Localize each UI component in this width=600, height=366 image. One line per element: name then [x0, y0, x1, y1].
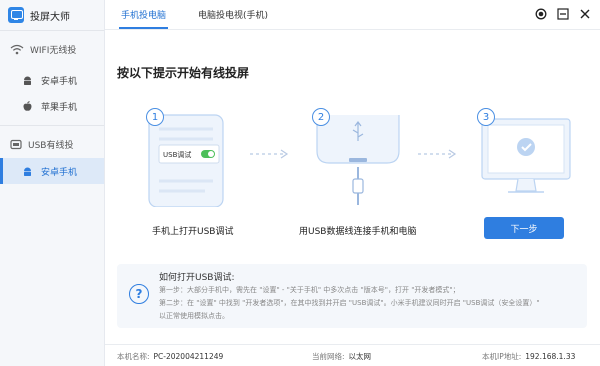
step-1-badge: 1	[146, 108, 164, 126]
sidebar-item-label: 安卓手机	[41, 167, 78, 178]
ip-label: 本机IP地址:	[482, 352, 522, 361]
machine-name-label: 本机名称:	[117, 352, 150, 361]
minimize-button[interactable]	[556, 7, 570, 21]
android-icon	[24, 76, 31, 85]
arrow-right-icon	[418, 149, 457, 159]
monitor-check-illustration	[481, 118, 571, 193]
help-panel: ? 如何打开USB调试: 第一步：大部分手机中，需先在 "设置" - "关于手机…	[117, 264, 587, 328]
usb-debug-toggle-label: USB调试	[163, 151, 192, 159]
help-line-1: 第一步：大部分手机中，需先在 "设置" - "关于手机" 中多次点击 "版本号"…	[159, 286, 460, 294]
sidebar-item-label: 安卓手机	[41, 76, 78, 87]
wifi-icon	[10, 44, 24, 54]
sidebar: 投屏大师 WIFI无线投 安卓手机 苹果手机 USB有线投 安卓手机	[0, 0, 105, 366]
current-network: 当前网络: 以太网	[312, 351, 371, 362]
tab-label: 电脑投电视(手机)	[198, 10, 269, 21]
step-1-label: 手机上打开USB调试	[152, 227, 234, 237]
step-2-label: 用USB数据线连接手机和电脑	[299, 227, 417, 237]
sidebar-group-wifi: WIFI无线投	[0, 37, 104, 61]
network-label: 当前网络:	[312, 352, 345, 361]
question-icon: ?	[129, 284, 149, 304]
close-icon	[580, 9, 590, 19]
sidebar-group-label: WIFI无线投	[30, 45, 77, 56]
ip-address: 本机IP地址: 192.168.1.33	[482, 351, 575, 362]
ip-value: 192.168.1.33	[525, 352, 576, 361]
app-logo-icon	[8, 7, 24, 23]
usb-icon	[10, 139, 22, 149]
app-title: 投屏大师	[30, 11, 70, 23]
record-button[interactable]	[534, 7, 548, 21]
step-3-badge: 3	[477, 108, 495, 126]
minimize-icon	[557, 8, 569, 20]
network-value: 以太网	[348, 352, 372, 361]
help-line-3: 以正常使用模拟点击。	[159, 312, 229, 320]
help-title: 如何打开USB调试:	[159, 273, 235, 283]
app-brand: 投屏大师	[0, 0, 104, 30]
sidebar-group-label: USB有线投	[28, 140, 74, 151]
tab-label: 手机投电脑	[121, 10, 167, 21]
main-panel: 按以下提示开始有线投屏 USB调试 1 2 3 手机上打开USB调试 用USB数…	[105, 31, 600, 344]
help-line-2: 第二步：在 "设置" 中找到 "开发者选项"，在其中找到并开启 "USB调试"。…	[159, 299, 540, 307]
machine-name-value: PC-202004211249	[153, 352, 224, 361]
top-tab-bar: 手机投电脑 电脑投电视(手机)	[105, 0, 600, 30]
step-2-badge: 2	[312, 108, 330, 126]
sidebar-item-wifi-apple[interactable]: 苹果手机	[0, 93, 104, 119]
sidebar-item-label: 苹果手机	[41, 102, 78, 113]
status-bar: 本机名称: PC-202004211249 当前网络: 以太网 本机IP地址: 192…	[105, 344, 600, 366]
sidebar-item-wifi-android[interactable]: 安卓手机	[0, 67, 104, 93]
android-icon	[24, 167, 31, 176]
usb-cable-illustration	[316, 115, 400, 205]
window-controls	[534, 7, 592, 21]
close-button[interactable]	[578, 7, 592, 21]
tab-phone-to-pc[interactable]: 手机投电脑	[105, 0, 182, 29]
machine-name: 本机名称: PC-202004211249	[117, 351, 223, 362]
arrow-right-icon	[250, 149, 289, 159]
next-step-button[interactable]: 下一步	[484, 217, 564, 239]
page-title: 按以下提示开始有线投屏	[117, 66, 250, 80]
tab-pc-to-tv[interactable]: 电脑投电视(手机)	[182, 0, 284, 29]
sidebar-group-usb: USB有线投	[0, 132, 104, 156]
apple-icon	[23, 100, 32, 111]
record-icon	[535, 8, 547, 20]
sidebar-item-usb-android[interactable]: 安卓手机	[0, 158, 104, 184]
